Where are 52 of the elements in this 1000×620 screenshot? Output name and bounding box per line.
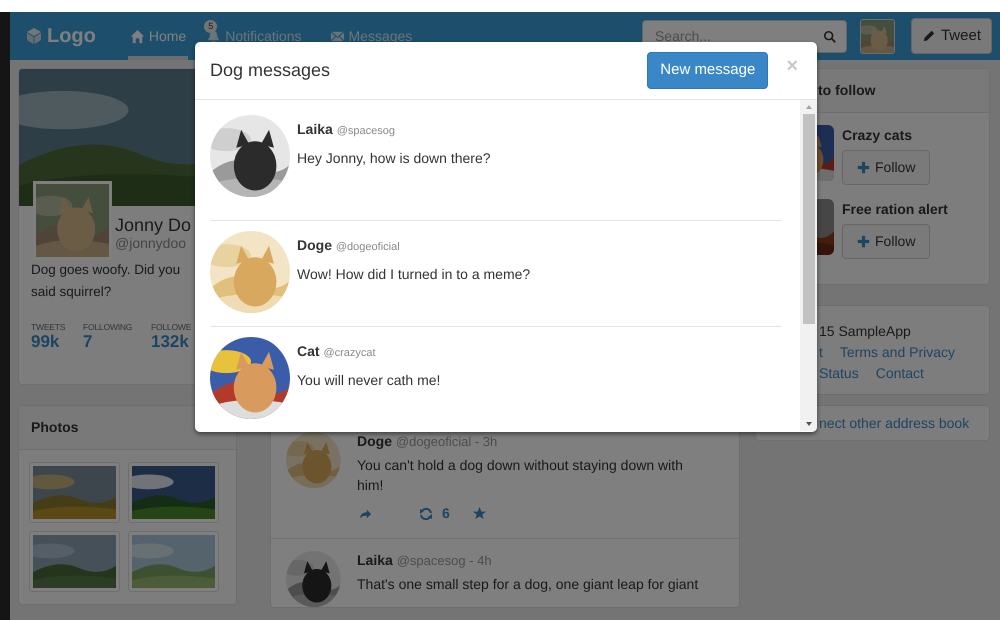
bio-text: Dog goes woofy. Did you (31, 261, 182, 280)
account-name[interactable]: Crazy cats (842, 125, 930, 146)
plus-icon (857, 235, 870, 248)
home-icon (130, 28, 145, 44)
stat-value[interactable]: 99k (31, 332, 83, 352)
profile-name: Jonny Do (115, 216, 192, 236)
logo-text[interactable]: Logo (47, 21, 96, 51)
footer-link[interactable]: t (819, 342, 823, 363)
pencil-icon (922, 29, 936, 43)
author-name[interactable]: Doge (357, 433, 392, 449)
retweet-count: 6 (442, 504, 450, 523)
footer-link[interactable]: Contact (876, 363, 924, 384)
plus-icon (857, 161, 870, 174)
stat-label: FOLLOWE (151, 323, 192, 333)
message-text: Wow! How did I turned in to a meme? (297, 265, 530, 284)
tweet-button[interactable]: Tweet (910, 18, 992, 54)
sender-name[interactable]: Cat (297, 343, 320, 359)
footer-link[interactable]: Terms and Privacy (840, 342, 956, 363)
stat-value[interactable]: 7 (83, 332, 151, 352)
search-icon (822, 30, 837, 44)
cube-icon (25, 27, 43, 45)
sender-handle: @crazycat (323, 347, 376, 359)
retweet-icon (418, 506, 434, 522)
new-message-button[interactable]: New message (647, 52, 768, 89)
nav-link[interactable]: 5 Notifications (204, 12, 304, 60)
sender-handle: @dogeoficial (336, 241, 400, 253)
tweet-text: You can't hold a dog down without staying down with him! (357, 456, 684, 495)
stat-label: TWEETS (31, 323, 66, 333)
nav-link[interactable]: Home (128, 12, 188, 60)
account-name[interactable]: Free ration alert (842, 199, 948, 220)
bio-text: said squirrel? (31, 283, 112, 302)
scrollbar-thumb[interactable] (802, 114, 814, 324)
copyright-text: 15 SampleApp (819, 323, 911, 339)
follow-button[interactable]: Follow (842, 224, 930, 259)
author-name[interactable]: Laika (357, 552, 393, 568)
notification-badge: 5 (204, 20, 218, 32)
modal-title: Dog messages (210, 59, 330, 82)
sender-name[interactable]: Doge (297, 237, 332, 253)
stat-label: FOLLOWING (83, 323, 134, 333)
sender-name[interactable]: Laika (297, 121, 333, 137)
profile-handle: @jonnydoo (115, 236, 188, 252)
star-icon (472, 506, 487, 521)
envelope-icon (330, 28, 344, 44)
follow-button[interactable]: Follow (842, 150, 930, 185)
message-text: You will never cath me! (297, 371, 440, 390)
tweet-text: That's one small step for a dog, one giant leap for giant (357, 575, 700, 594)
message-text: Hey Jonny, how is down there? (297, 149, 491, 168)
footer-link[interactable]: Status (819, 363, 859, 384)
stat-value[interactable]: 132k (151, 332, 195, 352)
scrollbar[interactable] (800, 100, 817, 431)
sender-handle: @spacesog (336, 125, 395, 137)
bell-icon (206, 28, 222, 44)
